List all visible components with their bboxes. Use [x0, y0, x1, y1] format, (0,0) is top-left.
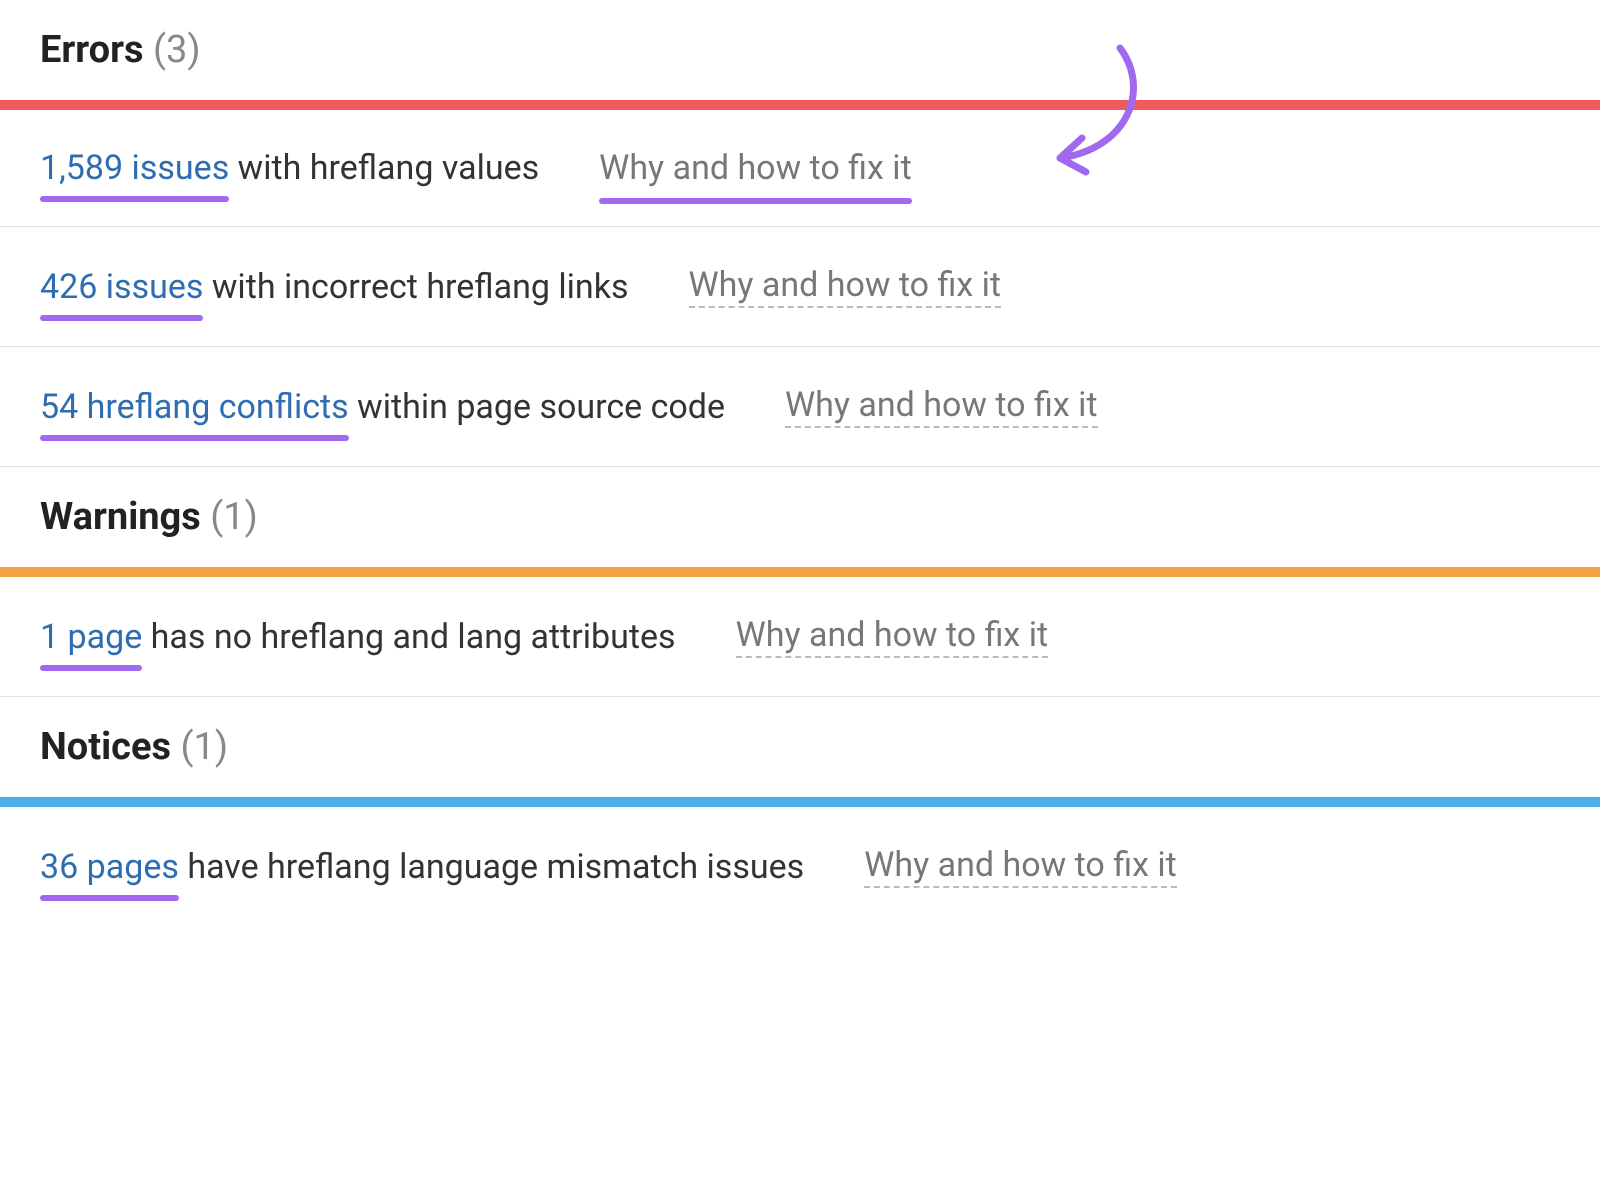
issue-text: 1,589 issues with hreflang values: [40, 148, 539, 188]
issue-text: 54 hreflang conflicts within page source…: [40, 387, 725, 427]
warnings-header: Warnings (1): [0, 467, 1600, 567]
errors-divider: [0, 100, 1600, 110]
why-fix-link[interactable]: Why and how to fix it: [736, 615, 1049, 658]
warnings-divider: [0, 567, 1600, 577]
issue-desc: has no hreflang and lang attributes: [142, 617, 675, 657]
notices-count: (1): [180, 725, 228, 769]
errors-count: (3): [153, 28, 201, 72]
issue-desc: have hreflang language mismatch issues: [179, 847, 804, 887]
error-row: 54 hreflang conflicts within page source…: [0, 347, 1600, 467]
why-fix-link[interactable]: Why and how to fix it: [785, 385, 1098, 428]
warning-row: 1 page has no hreflang and lang attribut…: [0, 577, 1600, 697]
notice-row: 36 pages have hreflang language mismatch…: [0, 807, 1600, 926]
notices-title: Notices: [40, 725, 171, 769]
issue-count-link[interactable]: 36 pages: [40, 847, 179, 887]
errors-title: Errors: [40, 28, 144, 72]
issue-count-link[interactable]: 1,589 issues: [40, 148, 229, 188]
why-fix-link[interactable]: Why and how to fix it: [864, 845, 1177, 888]
error-row: 1,589 issues with hreflang values Why an…: [0, 110, 1600, 227]
warnings-count: (1): [210, 495, 258, 539]
notices-header: Notices (1): [0, 697, 1600, 797]
issue-desc: with hreflang values: [229, 148, 539, 188]
issue-desc: with incorrect hreflang links: [203, 267, 628, 307]
issue-count-link[interactable]: 54 hreflang conflicts: [40, 387, 349, 427]
error-row: 426 issues with incorrect hreflang links…: [0, 227, 1600, 347]
warnings-title: Warnings: [40, 495, 201, 539]
issue-count-link[interactable]: 426 issues: [40, 267, 203, 307]
errors-header: Errors (3): [0, 0, 1600, 100]
issue-desc: within page source code: [349, 387, 725, 427]
issue-text: 426 issues with incorrect hreflang links: [40, 267, 629, 307]
why-fix-link[interactable]: Why and how to fix it: [689, 265, 1002, 308]
issue-text: 36 pages have hreflang language mismatch…: [40, 847, 804, 887]
notices-divider: [0, 797, 1600, 807]
issues-panel: Errors (3) 1,589 issues with hreflang va…: [0, 0, 1600, 926]
why-fix-link[interactable]: Why and how to fix it: [599, 148, 912, 189]
issue-text: 1 page has no hreflang and lang attribut…: [40, 617, 676, 657]
issue-count-link[interactable]: 1 page: [40, 617, 142, 657]
